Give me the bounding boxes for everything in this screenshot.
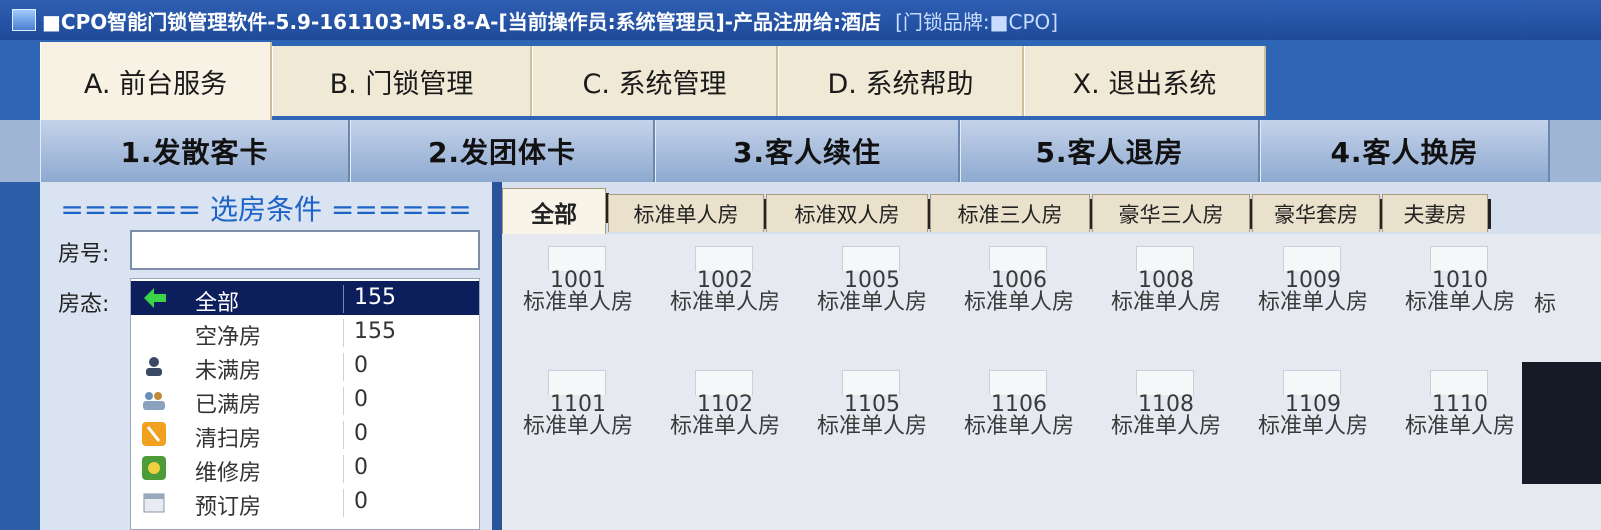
room-type-tabs: 全部 标准单人房 标准双人房 标准三人房 豪华三人房 豪华套房 夫妻房	[502, 182, 1601, 234]
app-icon	[12, 9, 36, 31]
room-type: 标准单人房	[963, 414, 1074, 439]
room-type: 标准单人房	[522, 414, 633, 439]
room-type: 标准单人房	[669, 290, 780, 315]
room-type: 标准单人房	[522, 290, 633, 315]
room-type: 标准单人房	[1110, 414, 1221, 439]
room-number: 1105	[844, 392, 900, 417]
room-status-list: 全部 155 空净房 155 未满房 0 已满房 0 清扫房 0 维修房 0 预…	[130, 278, 480, 530]
room-number-label: 房号:	[58, 242, 110, 267]
room-number: 1002	[697, 268, 753, 293]
extend-stay-button[interactable]: 3.客人续住	[655, 120, 960, 182]
change-room-button[interactable]: 4.客人换房	[1260, 120, 1550, 182]
room-tile[interactable]: 1008 标准单人房	[1096, 242, 1236, 360]
issue-group-card-button[interactable]: 2.发团体卡	[350, 120, 655, 182]
title-bar: ■CPO智能门锁管理软件-5.9-161103-M5.8-A-[当前操作员:系统…	[0, 0, 1601, 40]
room-type: 标准单人房	[963, 290, 1074, 315]
tab-deluxe-suite[interactable]: 豪华套房	[1252, 194, 1383, 232]
room-tile[interactable]: 1105 标准单人房	[802, 366, 942, 484]
room-tile[interactable]: 1001 标准单人房	[508, 242, 648, 360]
room-number: 1010	[1432, 268, 1488, 293]
room-tile[interactable]: 1002 标准单人房	[655, 242, 795, 360]
room-status-label: 房态:	[58, 292, 110, 317]
room-type: 标准单人房	[1257, 290, 1368, 315]
room-number: 1102	[697, 392, 753, 417]
tab-standard-double[interactable]: 标准双人房	[766, 194, 931, 232]
room-type: 标准单人房	[816, 290, 927, 315]
room-number: 1101	[550, 392, 606, 417]
room-number: 1106	[991, 392, 1047, 417]
room-grid: 1001 标准单人房 1002 标准单人房 1005 标准单人房 1006 标准单人房 1008…	[502, 234, 1601, 530]
wrench-icon	[139, 454, 169, 482]
room-number: 1006	[991, 268, 1047, 293]
tab-standard-triple[interactable]: 标准三人房	[930, 194, 1093, 232]
room-type: 标准单人房	[669, 414, 780, 439]
checkout-button[interactable]: 5.客人退房	[960, 120, 1260, 182]
room-number-input[interactable]	[130, 230, 480, 270]
main-menu: A. 前台服务 B. 门锁管理 C. 系统管理 D. 系统帮助 X. 退出系统	[0, 40, 1601, 120]
tab-couple-room[interactable]: 夫妻房	[1382, 194, 1491, 232]
status-row-cleaning[interactable]: 清扫房 0	[131, 417, 479, 452]
room-number: 1008	[1138, 268, 1194, 293]
status-row-reserved[interactable]: 预订房 0	[131, 485, 479, 520]
room-tile[interactable]: 1006 标准单人房	[949, 242, 1089, 360]
tab-deluxe-triple[interactable]: 豪华三人房	[1092, 194, 1253, 232]
room-type: 标准单人房	[1404, 290, 1515, 315]
status-row-all[interactable]: 全部 155	[131, 281, 479, 316]
room-type: 标准单人房	[1110, 290, 1221, 315]
issue-guest-card-button[interactable]: 1.发散客卡	[40, 120, 350, 182]
room-tile[interactable]: 1010 标准单人房	[1390, 242, 1530, 360]
menu-lock-management[interactable]: B. 门锁管理	[272, 46, 532, 116]
room-tile[interactable]: 1101 标准单人房	[508, 366, 648, 484]
person-icon	[139, 352, 169, 380]
room-number: 1110	[1432, 392, 1488, 417]
people-icon	[139, 386, 169, 414]
room-tile[interactable]: 1009 标准单人房	[1243, 242, 1383, 360]
blank-icon	[139, 318, 169, 346]
room-number: 1109	[1285, 392, 1341, 417]
room-tile[interactable]: 1108 标准单人房	[1096, 366, 1236, 484]
status-row-partial[interactable]: 未满房 0	[131, 349, 479, 384]
lock-brand: [门锁品牌:■CPO]	[895, 9, 1059, 34]
status-row-repair[interactable]: 维修房 0	[131, 451, 479, 486]
room-tile[interactable]: 1109 标准单人房	[1243, 366, 1383, 484]
status-row-vacant[interactable]: 空净房 155	[131, 315, 479, 350]
broom-icon	[139, 420, 169, 448]
room-tile[interactable]: 1110 标准单人房	[1390, 366, 1530, 484]
filter-title: ====== 选房条件 ======	[60, 193, 472, 226]
room-filter-panel: ====== 选房条件 ====== 房号: 房态: 全部 155 空净房 15…	[40, 182, 492, 530]
arrow-icon	[139, 284, 169, 312]
tab-all-rooms[interactable]: 全部	[502, 188, 609, 234]
menu-system-management[interactable]: C. 系统管理	[532, 46, 778, 116]
room-number: 1009	[1285, 268, 1341, 293]
room-type: 标准单人房	[1404, 414, 1515, 439]
room-type: 标准单人房	[1257, 414, 1368, 439]
menu-front-desk[interactable]: A. 前台服务	[40, 42, 272, 120]
room-number: 1001	[550, 268, 606, 293]
menu-exit[interactable]: X. 退出系统	[1024, 46, 1266, 116]
panel-splitter[interactable]	[492, 182, 502, 530]
room-tile[interactable]: 1005 标准单人房	[802, 242, 942, 360]
room-type: 标准单人房	[816, 414, 927, 439]
room-tile[interactable]: 1106 标准单人房	[949, 366, 1089, 484]
menu-system-help[interactable]: D. 系统帮助	[778, 46, 1024, 116]
app-window: ■CPO智能门锁管理软件-5.9-161103-M5.8-A-[当前操作员:系统…	[0, 0, 1601, 530]
room-type-cutoff-text: 标	[1534, 292, 1557, 317]
tab-standard-single[interactable]: 标准单人房	[608, 194, 767, 232]
side-panel-edge	[1522, 362, 1601, 484]
window-title: ■CPO智能门锁管理软件-5.9-161103-M5.8-A-[当前操作员:系统…	[42, 9, 882, 34]
room-number: 1005	[844, 268, 900, 293]
room-number: 1108	[1138, 392, 1194, 417]
status-row-full[interactable]: 已满房 0	[131, 383, 479, 418]
action-toolbar: 1.发散客卡 2.发团体卡 3.客人续住 5.客人退房 4.客人换房	[0, 120, 1601, 182]
calendar-icon	[139, 488, 169, 516]
room-tile[interactable]: 1102 标准单人房	[655, 366, 795, 484]
